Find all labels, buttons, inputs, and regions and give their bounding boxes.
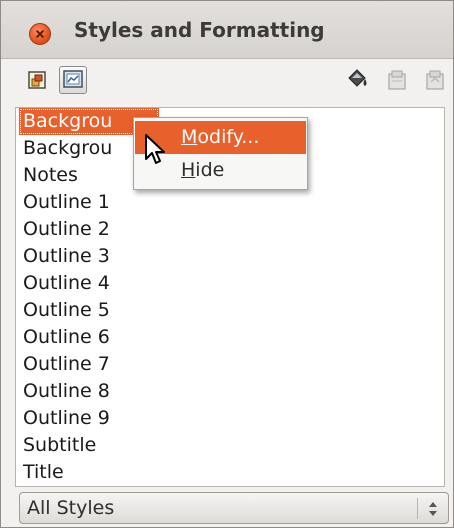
style-item-outline-2[interactable]: Outline 2	[23, 216, 110, 243]
paint-bucket-icon[interactable]	[343, 66, 371, 94]
style-item-outline-5[interactable]: Outline 5	[23, 297, 110, 324]
window-title: Styles and Formatting	[74, 18, 325, 42]
hide-label: ide	[195, 159, 225, 181]
style-item-outline-4[interactable]: Outline 4	[23, 270, 110, 297]
style-item-outline-8[interactable]: Outline 8	[23, 378, 110, 405]
dropdown-separator	[417, 498, 418, 519]
style-item-background[interactable]: Backgrou	[23, 135, 112, 162]
style-item-outline-9[interactable]: Outline 9	[23, 405, 110, 432]
style-item-outline-7[interactable]: Outline 7	[23, 351, 110, 378]
graphic-styles-icon[interactable]	[23, 66, 51, 94]
style-item-notes[interactable]: Notes	[23, 162, 78, 189]
update-style-icon[interactable]	[421, 66, 449, 94]
close-icon[interactable]	[29, 23, 51, 45]
style-item-outline-3[interactable]: Outline 3	[23, 243, 110, 270]
modify-mnemonic: M	[181, 126, 198, 148]
toolbar	[1, 59, 453, 103]
modify-label: odify...	[197, 126, 260, 148]
new-style-icon[interactable]	[383, 66, 411, 94]
presentation-styles-icon[interactable]	[59, 66, 87, 94]
title-bar[interactable]: Styles and Formatting	[1, 1, 453, 59]
style-filter-dropdown[interactable]: All Styles	[19, 492, 449, 524]
hide-mnemonic: H	[181, 159, 196, 181]
filter-selected-value: All Styles	[27, 497, 115, 519]
styles-and-formatting-window: Styles and Formatting Backgrou Backgrou …	[0, 0, 454, 528]
updown-arrows-icon	[427, 499, 439, 519]
style-item-title[interactable]: Title	[23, 459, 64, 486]
style-item-outline-6[interactable]: Outline 6	[23, 324, 110, 351]
mouse-pointer-icon	[144, 133, 168, 167]
style-item-outline-1[interactable]: Outline 1	[23, 189, 110, 216]
style-item-subtitle[interactable]: Subtitle	[23, 432, 96, 459]
